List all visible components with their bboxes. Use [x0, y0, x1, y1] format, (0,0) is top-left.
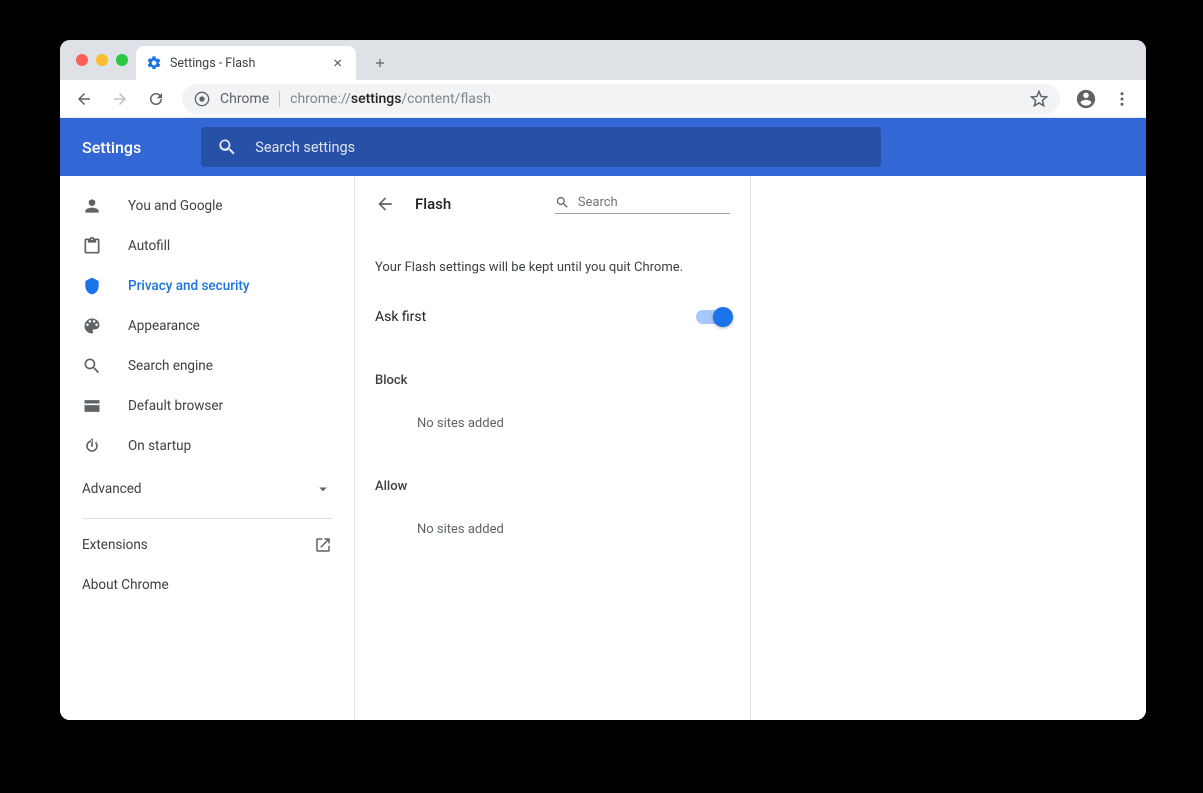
palette-icon: [82, 316, 102, 336]
profile-button[interactable]: [1070, 83, 1102, 115]
power-icon: [82, 436, 102, 456]
url-scheme-label: Chrome: [220, 91, 269, 107]
bookmark-star-icon[interactable]: [1030, 90, 1048, 108]
page-search-input[interactable]: [578, 195, 730, 210]
menu-button[interactable]: [1106, 83, 1138, 115]
tab-title: Settings - Flash: [170, 56, 255, 71]
sidebar-extensions[interactable]: Extensions: [60, 525, 354, 565]
close-tab-button[interactable]: ×: [329, 53, 346, 73]
app-title: Settings: [82, 138, 141, 157]
window-controls: [72, 40, 136, 80]
reload-button[interactable]: [140, 83, 172, 115]
ask-first-toggle[interactable]: [696, 310, 730, 324]
person-icon: [82, 196, 102, 216]
content-area: Flash Your Flash settings will be kept u…: [355, 176, 750, 720]
chrome-icon: [194, 91, 210, 107]
sidebar-item-search-engine[interactable]: Search engine: [60, 346, 354, 386]
content-gutter: [751, 176, 1146, 720]
settings-header: Settings: [60, 118, 1146, 176]
separator: [279, 91, 280, 107]
sidebar-item-label: Default browser: [128, 398, 223, 414]
back-button[interactable]: [68, 83, 100, 115]
allow-section-label: Allow: [375, 479, 730, 494]
forward-button[interactable]: [104, 83, 136, 115]
browser-icon: [82, 396, 102, 416]
sidebar-item-label: Appearance: [128, 318, 200, 334]
browser-toolbar: Chrome chrome://settings/content/flash: [60, 80, 1146, 118]
sidebar-item-autofill[interactable]: Autofill: [60, 226, 354, 266]
search-icon: [82, 356, 102, 376]
sidebar-item-appearance[interactable]: Appearance: [60, 306, 354, 346]
clipboard-icon: [82, 236, 102, 256]
url-text: chrome://settings/content/flash: [290, 91, 491, 107]
sidebar-about-chrome[interactable]: About Chrome: [60, 565, 354, 605]
sidebar-item-on-startup[interactable]: On startup: [60, 426, 354, 466]
chevron-down-icon: [314, 480, 332, 498]
open-external-icon: [314, 536, 332, 554]
browser-tab[interactable]: Settings - Flash ×: [136, 46, 356, 80]
settings-search-input[interactable]: [255, 139, 865, 156]
page-back-button[interactable]: [375, 194, 395, 214]
extensions-label: Extensions: [82, 537, 148, 553]
sidebar-item-label: Search engine: [128, 358, 213, 374]
sidebar-item-default-browser[interactable]: Default browser: [60, 386, 354, 426]
page-search[interactable]: [555, 194, 730, 214]
settings-search[interactable]: [201, 127, 881, 167]
search-icon: [217, 137, 237, 157]
ask-first-label: Ask first: [375, 309, 426, 325]
maximize-window-button[interactable]: [116, 54, 128, 66]
advanced-label: Advanced: [82, 481, 142, 497]
sidebar-item-label: Autofill: [128, 238, 170, 254]
allow-empty-text: No sites added: [375, 522, 730, 537]
search-icon: [555, 194, 570, 211]
divider: [82, 518, 332, 519]
page-title: Flash: [415, 195, 451, 213]
tab-strip: Settings - Flash ×: [60, 40, 1146, 80]
sidebar-item-label: You and Google: [128, 198, 223, 214]
new-tab-button[interactable]: [366, 49, 394, 77]
flash-note: Your Flash settings will be kept until y…: [375, 260, 730, 275]
sidebar-item-label: On startup: [128, 438, 191, 454]
minimize-window-button[interactable]: [96, 54, 108, 66]
sidebar: You and Google Autofill Privacy and secu…: [60, 176, 354, 720]
close-window-button[interactable]: [76, 54, 88, 66]
address-bar[interactable]: Chrome chrome://settings/content/flash: [182, 84, 1060, 114]
shield-icon: [82, 276, 102, 296]
sidebar-advanced-toggle[interactable]: Advanced: [60, 466, 354, 512]
about-label: About Chrome: [82, 577, 169, 593]
gear-icon: [146, 55, 162, 71]
block-section-label: Block: [375, 373, 730, 388]
ask-first-row: Ask first: [375, 309, 730, 325]
sidebar-item-privacy-security[interactable]: Privacy and security: [60, 266, 354, 306]
sidebar-item-label: Privacy and security: [128, 278, 250, 294]
sidebar-item-you-and-google[interactable]: You and Google: [60, 186, 354, 226]
block-empty-text: No sites added: [375, 416, 730, 431]
toggle-knob: [713, 307, 733, 327]
